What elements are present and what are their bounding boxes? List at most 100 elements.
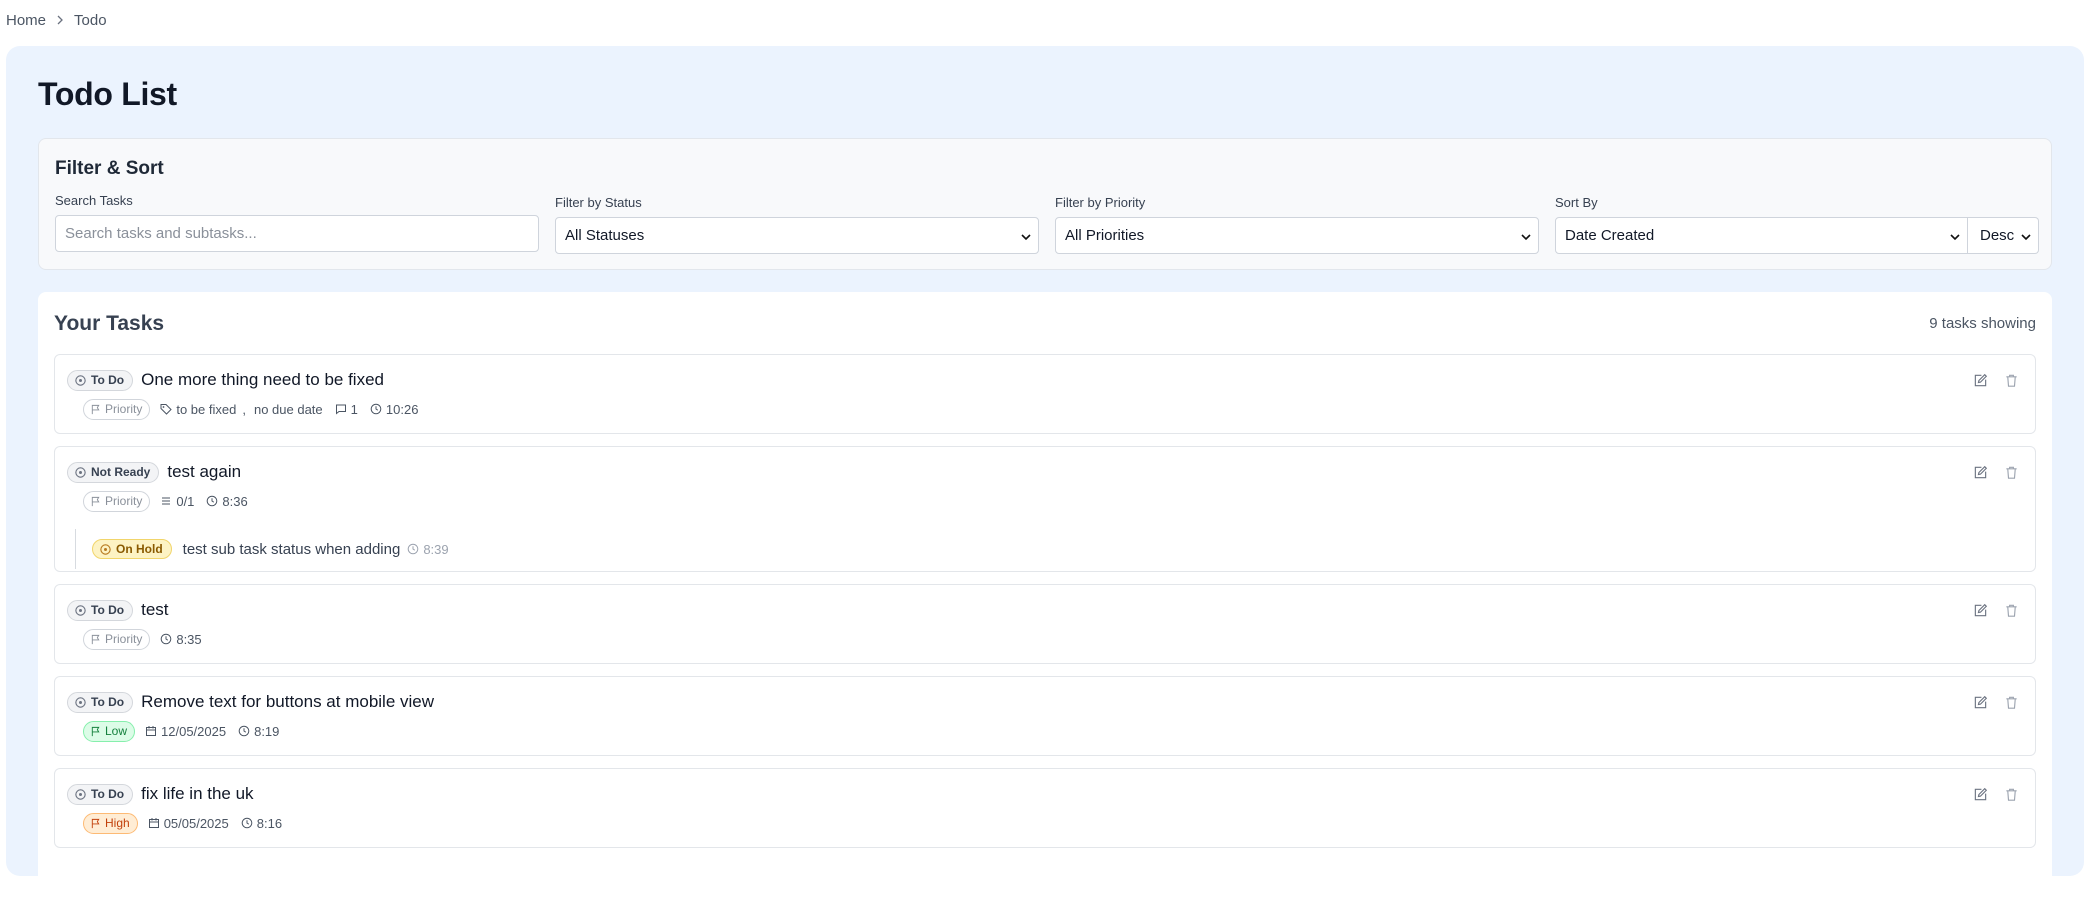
edit-icon[interactable] bbox=[1970, 600, 1990, 620]
sort-controls: Date Created Desc bbox=[1555, 211, 2039, 254]
clock-icon bbox=[206, 495, 218, 507]
task-actions bbox=[1959, 462, 2021, 482]
task-title: Remove text for buttons at mobile view bbox=[141, 692, 435, 711]
flag-icon bbox=[90, 726, 101, 737]
circle-status-icon bbox=[74, 788, 87, 801]
task-time-value: 8:19 bbox=[254, 723, 280, 739]
sort-group: Sort By Date Created Desc bbox=[1555, 195, 2039, 254]
sort-by-select[interactable]: Date Created bbox=[1555, 217, 1968, 254]
tasks-count: 9 tasks showing bbox=[1929, 315, 2036, 332]
breadcrumb: Home Todo bbox=[6, 10, 107, 30]
sort-order-select[interactable]: Desc bbox=[1968, 217, 2039, 254]
task-time-value: 10:26 bbox=[385, 401, 419, 417]
status-label: On Hold bbox=[116, 542, 163, 556]
tasks-title: Your Tasks bbox=[54, 312, 165, 335]
circle-status-icon bbox=[99, 543, 112, 556]
subtask-time-value: 8:39 bbox=[423, 541, 449, 557]
task-actions bbox=[1959, 692, 2021, 712]
task-meta: Low 12/05/2025 8:19 bbox=[83, 720, 291, 742]
status-label: Not Ready bbox=[91, 465, 151, 479]
status-badge[interactable]: To Do bbox=[67, 599, 134, 621]
clock-icon bbox=[407, 543, 419, 555]
priority-filter-label: Filter by Priority bbox=[1055, 195, 1146, 210]
status-filter-select[interactable]: All Statuses bbox=[555, 217, 1039, 254]
search-tasks-input[interactable]: Search tasks and subtasks... bbox=[55, 215, 539, 252]
subtask-title: test sub task status when adding bbox=[182, 540, 401, 558]
list-icon bbox=[160, 495, 172, 507]
task-title: test bbox=[141, 600, 169, 619]
search-tasks-label: Search Tasks bbox=[55, 193, 133, 208]
trash-icon[interactable] bbox=[2001, 370, 2021, 390]
priority-filter-group: Filter by Priority All Priorities bbox=[1055, 195, 1539, 254]
task-item[interactable]: Not Ready test again Priority 0/1 8:36 O… bbox=[54, 446, 2036, 572]
status-filter-label: Filter by Status bbox=[555, 195, 642, 210]
flag-icon bbox=[90, 818, 101, 829]
tag-label: to be fixed bbox=[176, 401, 237, 417]
circle-status-icon bbox=[74, 604, 87, 617]
task-actions bbox=[1959, 784, 2021, 804]
priority-badge[interactable]: Priority bbox=[83, 628, 151, 650]
status-filter-value: All Statuses bbox=[565, 227, 645, 244]
priority-filter-value: All Priorities bbox=[1065, 227, 1145, 244]
circle-status-icon bbox=[74, 374, 87, 387]
clock-icon bbox=[238, 725, 250, 737]
task-item[interactable]: To Do One more thing need to be fixed Pr… bbox=[54, 354, 2036, 434]
trash-icon[interactable] bbox=[2001, 784, 2021, 804]
subtask-time: 8:39 bbox=[407, 541, 449, 557]
status-badge[interactable]: To Do bbox=[67, 691, 134, 713]
status-badge[interactable]: To Do bbox=[67, 369, 134, 391]
priority-label: Priority bbox=[105, 494, 143, 508]
edit-icon[interactable] bbox=[1970, 784, 1990, 804]
status-filter-group: Filter by Status All Statuses bbox=[555, 195, 1039, 254]
task-item[interactable]: To Do fix life in the uk High 05/05/2025… bbox=[54, 768, 2036, 848]
subtask-item[interactable]: On Hold test sub task status when adding… bbox=[75, 529, 449, 569]
tag-icon bbox=[160, 403, 173, 415]
task-time: 8:35 bbox=[160, 631, 202, 647]
task-meta: Priority 8:35 bbox=[83, 628, 214, 650]
comment-count: 1 bbox=[335, 402, 358, 417]
priority-badge[interactable]: High bbox=[83, 812, 138, 834]
sort-order-value: Desc bbox=[1980, 227, 2015, 244]
priority-label: Priority bbox=[105, 402, 143, 416]
task-header: To Do Remove text for buttons at mobile … bbox=[67, 690, 434, 714]
filter-sort-title: Filter & Sort bbox=[55, 158, 164, 179]
task-title: One more thing need to be fixed bbox=[141, 370, 384, 389]
status-label: To Do bbox=[91, 787, 125, 801]
task-item[interactable]: To Do test Priority 8:35 bbox=[54, 584, 2036, 664]
task-actions bbox=[1959, 600, 2021, 620]
clock-icon bbox=[370, 403, 382, 415]
flag-icon bbox=[90, 634, 101, 645]
trash-icon[interactable] bbox=[2001, 692, 2021, 712]
task-time: 8:16 bbox=[241, 816, 282, 831]
clock-icon bbox=[160, 633, 172, 645]
status-badge[interactable]: To Do bbox=[67, 783, 134, 805]
task-actions bbox=[1959, 370, 2021, 390]
flag-icon bbox=[90, 404, 101, 415]
status-badge[interactable]: Not Ready bbox=[67, 461, 160, 483]
status-label: To Do bbox=[91, 603, 125, 617]
status-badge[interactable]: On Hold bbox=[92, 539, 172, 559]
page-title: Todo List bbox=[38, 76, 177, 112]
meta-separator: , bbox=[242, 401, 246, 417]
circle-status-icon bbox=[74, 696, 87, 709]
edit-icon[interactable] bbox=[1970, 370, 1990, 390]
task-meta: High 05/05/2025 8:16 bbox=[83, 812, 294, 834]
priority-label: High bbox=[105, 816, 130, 830]
priority-badge[interactable]: Priority bbox=[83, 490, 151, 512]
flag-icon bbox=[90, 496, 101, 507]
task-time-value: 8:16 bbox=[256, 815, 283, 831]
trash-icon[interactable] bbox=[2001, 462, 2021, 482]
priority-badge[interactable]: Priority bbox=[83, 398, 151, 420]
due-date: 05/05/2025 bbox=[148, 816, 229, 831]
edit-icon[interactable] bbox=[1970, 692, 1990, 712]
priority-badge[interactable]: Low bbox=[83, 720, 136, 742]
priority-filter-select[interactable]: All Priorities bbox=[1055, 217, 1539, 254]
edit-icon[interactable] bbox=[1970, 462, 1990, 482]
trash-icon[interactable] bbox=[2001, 600, 2021, 620]
chevron-down-icon bbox=[1020, 230, 1032, 242]
chevron-right-icon bbox=[50, 10, 70, 30]
task-item[interactable]: To Do Remove text for buttons at mobile … bbox=[54, 676, 2036, 756]
task-time-value: 8:35 bbox=[176, 631, 202, 647]
task-time-value: 8:36 bbox=[222, 493, 248, 509]
breadcrumb-home-link[interactable]: Home bbox=[6, 12, 46, 29]
